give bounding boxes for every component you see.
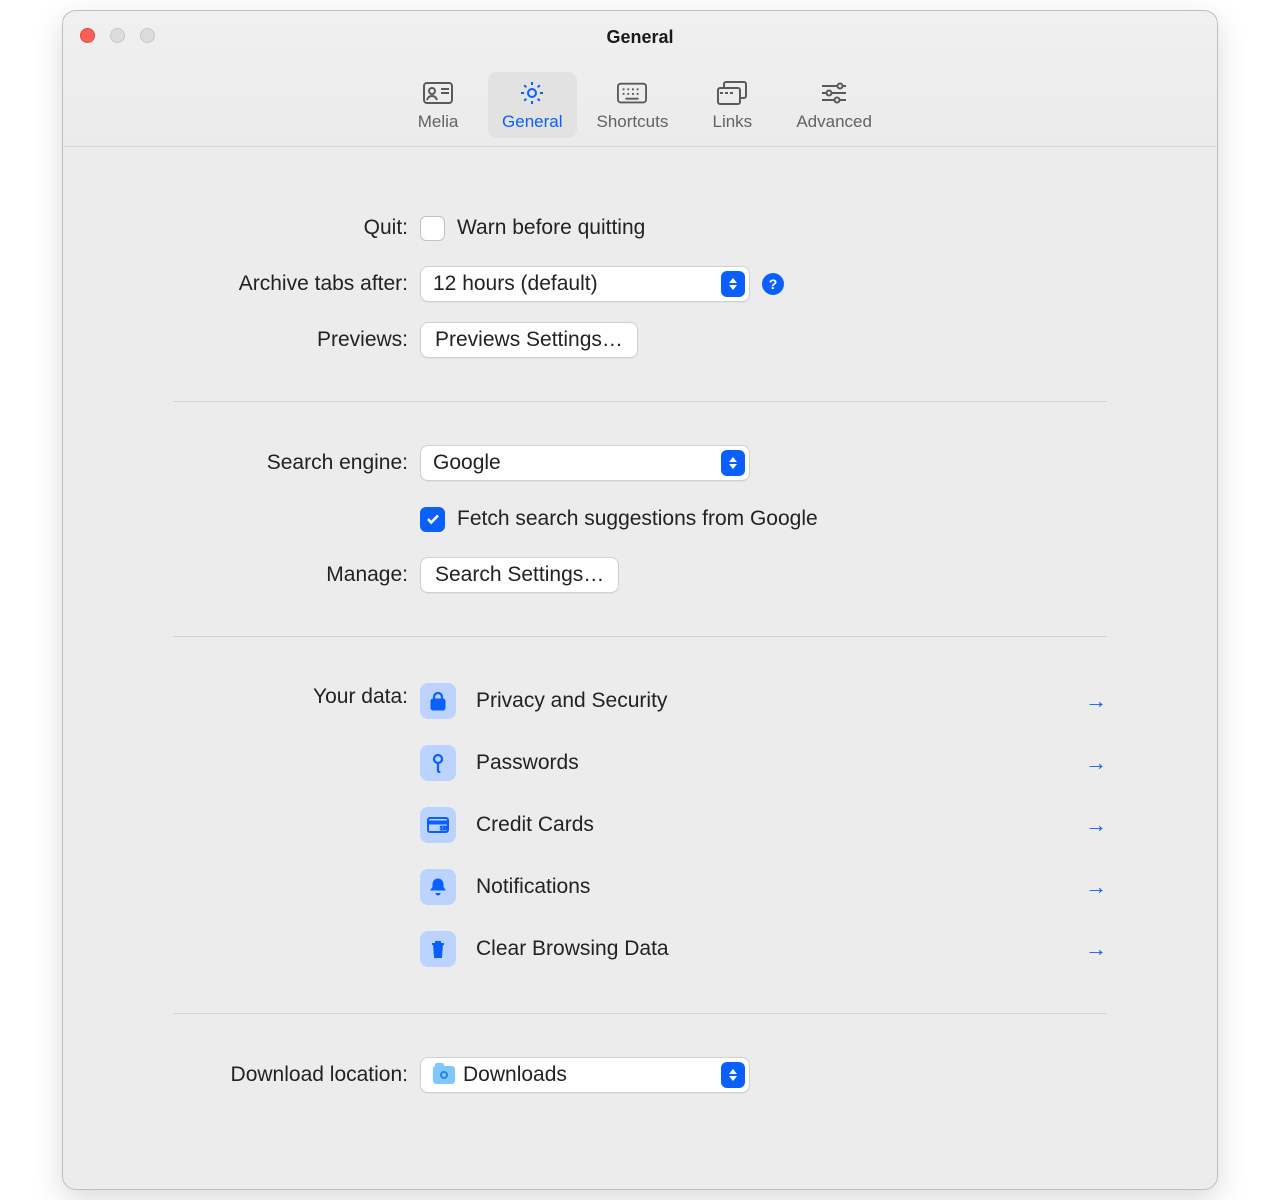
tab-general[interactable]: General <box>488 72 576 138</box>
arrow-right-icon: → <box>1085 936 1107 962</box>
arrow-right-icon: → <box>1085 688 1107 714</box>
credit-card-icon: 123 <box>420 807 456 843</box>
archive-tabs-help-button[interactable]: ? <box>762 273 784 295</box>
download-location-select[interactable]: Downloads <box>420 1057 750 1093</box>
fetch-suggestions-text: Fetch search suggestions from Google <box>457 507 818 531</box>
arrow-right-icon: → <box>1085 812 1107 838</box>
search-engine-value: Google <box>433 451 501 475</box>
clear-browsing-data-row[interactable]: Clear Browsing Data → <box>420 921 1107 977</box>
tab-label: General <box>502 112 562 132</box>
credit-cards-row[interactable]: 123 Credit Cards → <box>420 797 1107 853</box>
select-stepper-icon <box>721 450 745 476</box>
tab-shortcuts[interactable]: Shortcuts <box>583 72 683 138</box>
tab-advanced[interactable]: Advanced <box>782 72 886 138</box>
your-data-label: Your data: <box>173 673 408 709</box>
row-title: Privacy and Security <box>476 689 1065 713</box>
quit-label: Quit: <box>173 216 408 240</box>
arrow-right-icon: → <box>1085 750 1107 776</box>
passwords-row[interactable]: Passwords → <box>420 735 1107 791</box>
svg-text:123: 123 <box>440 826 449 832</box>
gear-icon <box>517 80 547 106</box>
trash-icon <box>420 931 456 967</box>
archive-tabs-value: 12 hours (default) <box>433 272 598 296</box>
fetch-suggestions-checkbox[interactable] <box>420 507 445 532</box>
downloads-folder-icon <box>433 1066 455 1084</box>
manage-label: Manage: <box>173 563 408 587</box>
search-engine-select[interactable]: Google <box>420 445 750 481</box>
row-title: Notifications <box>476 875 1065 899</box>
keyboard-icon <box>617 80 647 106</box>
windows-icon <box>717 80 747 106</box>
archive-tabs-select[interactable]: 12 hours (default) <box>420 266 750 302</box>
tab-label: Shortcuts <box>597 112 669 132</box>
download-location-value: Downloads <box>463 1063 567 1087</box>
section-divider <box>173 401 1107 402</box>
tab-label: Advanced <box>796 112 872 132</box>
privacy-and-security-row[interactable]: Privacy and Security → <box>420 673 1107 729</box>
select-stepper-icon <box>721 1062 745 1088</box>
sliders-icon <box>819 80 849 106</box>
tab-melia[interactable]: Melia <box>394 72 482 138</box>
row-title: Passwords <box>476 751 1065 775</box>
window-titlebar: General Melia General Shortcuts <box>63 11 1217 147</box>
preferences-tabs: Melia General Shortcuts Links <box>63 72 1217 138</box>
row-title: Credit Cards <box>476 813 1065 837</box>
section-divider <box>173 1013 1107 1014</box>
previews-settings-button[interactable]: Previews Settings… <box>420 322 638 358</box>
tab-links[interactable]: Links <box>688 72 776 138</box>
preferences-window: General Melia General Shortcuts <box>62 10 1218 1190</box>
profile-card-icon <box>423 80 453 106</box>
bell-icon <box>420 869 456 905</box>
download-location-label: Download location: <box>173 1063 408 1087</box>
tab-label: Melia <box>418 112 459 132</box>
tab-label: Links <box>712 112 752 132</box>
key-icon <box>420 745 456 781</box>
row-title: Clear Browsing Data <box>476 937 1065 961</box>
previews-label: Previews: <box>173 328 408 352</box>
select-stepper-icon <box>721 271 745 297</box>
archive-tabs-label: Archive tabs after: <box>173 272 408 296</box>
window-title: General <box>63 27 1217 48</box>
search-engine-label: Search engine: <box>173 451 408 475</box>
section-divider <box>173 636 1107 637</box>
warn-before-quitting-text: Warn before quitting <box>457 216 645 240</box>
search-settings-button[interactable]: Search Settings… <box>420 557 619 593</box>
lock-icon <box>420 683 456 719</box>
warn-before-quitting-checkbox[interactable] <box>420 216 445 241</box>
your-data-list: Privacy and Security → Passwords → <box>420 673 1107 977</box>
preferences-content: Quit: Warn before quitting Archive tabs … <box>63 147 1217 1189</box>
notifications-row[interactable]: Notifications → <box>420 859 1107 915</box>
arrow-right-icon: → <box>1085 874 1107 900</box>
